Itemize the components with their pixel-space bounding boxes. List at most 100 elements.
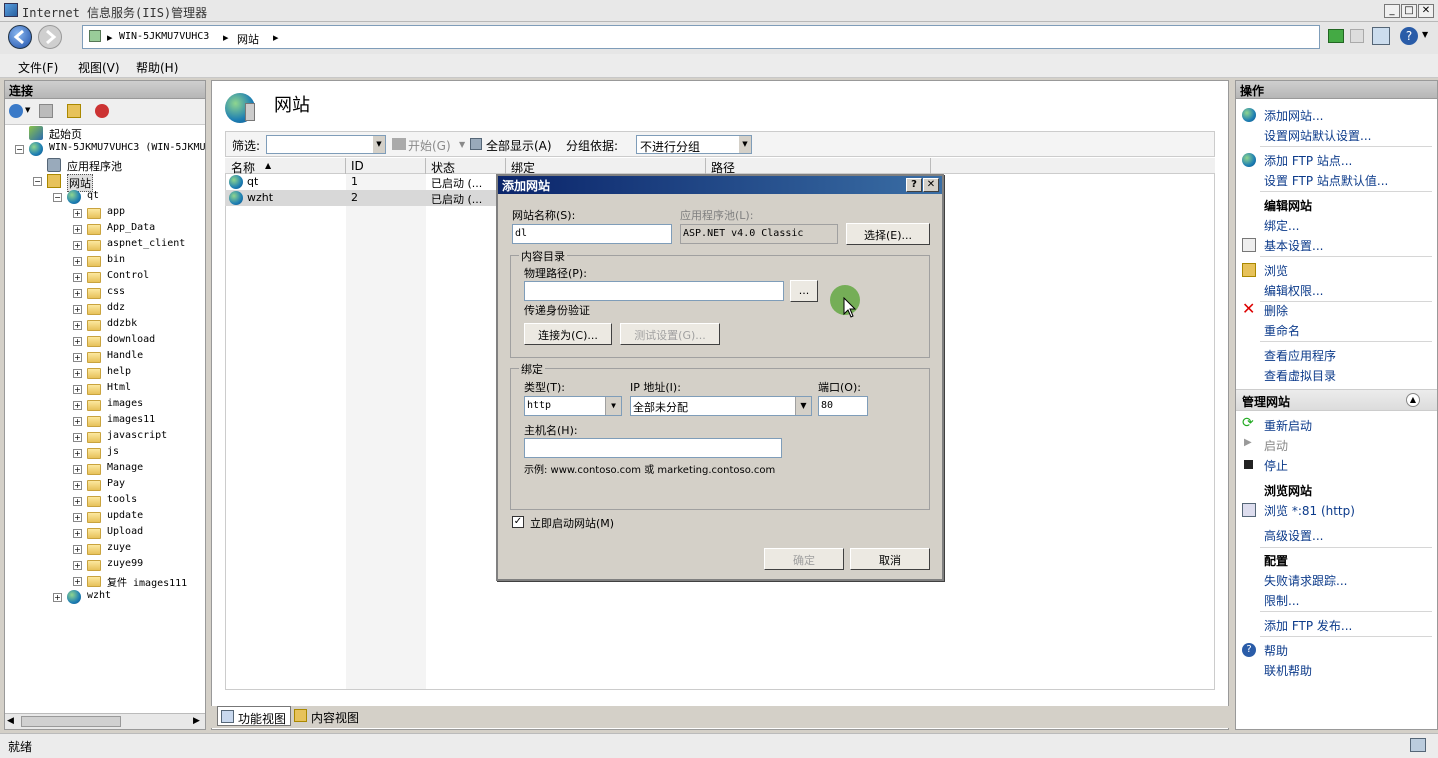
- expand-icon[interactable]: +: [53, 593, 62, 602]
- tree-folder[interactable]: + ddz: [5, 301, 205, 317]
- test-settings-button[interactable]: 测试设置(G)...: [620, 323, 720, 345]
- type-dropdown-icon[interactable]: ▼: [605, 397, 621, 415]
- expand-icon[interactable]: +: [73, 289, 82, 298]
- scroll-right-icon[interactable]: ▶: [193, 716, 200, 726]
- tree-sites[interactable]: − 网站: [5, 173, 205, 192]
- tree-folder[interactable]: + Pay: [5, 477, 205, 493]
- view-virtual-dirs-link[interactable]: 查看虚拟目录: [1264, 367, 1336, 384]
- save-icon[interactable]: [39, 104, 53, 118]
- expand-icon[interactable]: +: [73, 513, 82, 522]
- tree-folder[interactable]: + zuye: [5, 541, 205, 557]
- tree-site-qt[interactable]: − qt: [5, 189, 205, 205]
- dialog-close-button[interactable]: ✕: [923, 178, 939, 192]
- expand-icon[interactable]: +: [73, 545, 82, 554]
- tree-folder[interactable]: + js: [5, 445, 205, 461]
- add-ftp-link[interactable]: 添加 FTP 站点...: [1264, 152, 1352, 169]
- browse-81-link[interactable]: 浏览 *:81 (http): [1264, 502, 1355, 519]
- filter-input[interactable]: ▼: [266, 135, 386, 154]
- horizontal-scrollbar[interactable]: ◀ ▶: [5, 713, 205, 729]
- tree-start-page[interactable]: 起始页: [5, 125, 205, 141]
- ip-address-select[interactable]: 全部未分配 ▼: [630, 396, 812, 416]
- tree-folder[interactable]: + bin: [5, 253, 205, 269]
- online-help-link[interactable]: 联机帮助: [1264, 662, 1312, 679]
- collapse-icon[interactable]: −: [53, 193, 62, 202]
- host-name-input[interactable]: [524, 438, 782, 458]
- expand-icon[interactable]: +: [73, 561, 82, 570]
- limits-link[interactable]: 限制...: [1264, 592, 1299, 609]
- minimize-button[interactable]: _: [1384, 4, 1400, 18]
- edit-permissions-link[interactable]: 编辑权限...: [1264, 282, 1323, 299]
- tree-folder[interactable]: + tools: [5, 493, 205, 509]
- breadcrumb-sites[interactable]: 网站: [237, 31, 259, 47]
- tree-folder[interactable]: + download: [5, 333, 205, 349]
- expand-icon[interactable]: +: [73, 273, 82, 282]
- close-button[interactable]: ✕: [1418, 4, 1434, 18]
- scroll-thumb[interactable]: [21, 716, 121, 727]
- tree-folder[interactable]: + ddzbk: [5, 317, 205, 333]
- ip-dropdown-icon[interactable]: ▼: [795, 397, 811, 415]
- expand-icon[interactable]: +: [73, 577, 82, 586]
- tree-folder[interactable]: + Handle: [5, 349, 205, 365]
- show-all-button[interactable]: 全部显示(A): [486, 137, 552, 154]
- disconnect-icon[interactable]: [95, 104, 109, 118]
- expand-icon[interactable]: +: [73, 481, 82, 490]
- filter-dropdown-icon[interactable]: ▼: [373, 136, 385, 153]
- expand-icon[interactable]: +: [73, 225, 82, 234]
- restart-link[interactable]: 重新启动: [1264, 417, 1312, 434]
- expand-icon[interactable]: +: [73, 385, 82, 394]
- expand-icon[interactable]: +: [73, 529, 82, 538]
- back-button[interactable]: [8, 25, 32, 49]
- tree-folder[interactable]: + aspnet_client: [5, 237, 205, 253]
- group-by-dropdown-icon[interactable]: ▼: [739, 136, 751, 153]
- tree-folder[interactable]: + zuye99: [5, 557, 205, 573]
- menu-file[interactable]: 文件(F): [18, 59, 58, 76]
- help-dropdown-icon[interactable]: ▼: [1422, 30, 1428, 39]
- tree-folder[interactable]: + images: [5, 397, 205, 413]
- tree-folder[interactable]: + css: [5, 285, 205, 301]
- expand-icon[interactable]: +: [73, 209, 82, 218]
- cancel-button[interactable]: 取消: [850, 548, 930, 570]
- site-defaults-link[interactable]: 设置网站默认设置...: [1264, 127, 1371, 144]
- tree-site-wzht[interactable]: + wzht: [5, 589, 205, 605]
- type-select[interactable]: http ▼: [524, 396, 622, 416]
- expand-icon[interactable]: +: [73, 433, 82, 442]
- stop-icon[interactable]: [1350, 29, 1364, 43]
- expand-icon[interactable]: +: [73, 401, 82, 410]
- ftp-defaults-link[interactable]: 设置 FTP 站点默认值...: [1264, 172, 1388, 189]
- collapse-icon[interactable]: ▲: [1406, 393, 1420, 407]
- expand-icon[interactable]: +: [73, 449, 82, 458]
- maximize-button[interactable]: □: [1401, 4, 1417, 18]
- select-app-pool-button[interactable]: 选择(E)...: [846, 223, 930, 245]
- expand-icon[interactable]: +: [73, 417, 82, 426]
- table-row[interactable]: wzht 2 已启动 (...: [225, 190, 515, 206]
- group-by-select[interactable]: 不进行分组 ▼: [636, 135, 752, 154]
- stop-link[interactable]: 停止: [1264, 457, 1288, 474]
- connect-as-button[interactable]: 连接为(C)...: [524, 323, 612, 345]
- expand-icon[interactable]: +: [73, 369, 82, 378]
- tree-folder[interactable]: + javascript: [5, 429, 205, 445]
- scroll-left-icon[interactable]: ◀: [7, 716, 14, 726]
- physical-path-input[interactable]: [524, 281, 784, 301]
- tab-content-view[interactable]: 内容视图: [291, 706, 363, 726]
- expand-icon[interactable]: +: [73, 321, 82, 330]
- table-row[interactable]: qt 1 已启动 (...: [225, 174, 515, 190]
- add-site-link[interactable]: 添加网站...: [1264, 107, 1323, 124]
- basic-settings-link[interactable]: 基本设置...: [1264, 237, 1323, 254]
- connect-dropdown-icon[interactable]: ▼: [25, 106, 30, 114]
- bindings-link[interactable]: 绑定...: [1264, 217, 1299, 234]
- autostart-checkbox[interactable]: ✓: [512, 516, 524, 528]
- start-filter-button[interactable]: 开始(G): [408, 137, 451, 154]
- column-id[interactable]: ID: [351, 159, 364, 173]
- expand-icon[interactable]: +: [73, 257, 82, 266]
- tree-folder[interactable]: + 复件 images111: [5, 573, 205, 589]
- help-link[interactable]: 帮助: [1264, 642, 1288, 659]
- tree-server[interactable]: − WIN-5JKMU7VUHC3 (WIN-5JKMU: [5, 141, 206, 157]
- forward-button[interactable]: [38, 25, 62, 49]
- tree-folder[interactable]: + App_Data: [5, 221, 205, 237]
- expand-icon[interactable]: +: [73, 241, 82, 250]
- collapse-icon[interactable]: −: [33, 177, 42, 186]
- tree-folder[interactable]: + Manage: [5, 461, 205, 477]
- address-bar[interactable]: ▸ WIN-5JKMU7VUHC3 ▸ 网站 ▸: [82, 25, 1320, 49]
- breadcrumb-server[interactable]: WIN-5JKMU7VUHC3: [119, 31, 209, 42]
- menu-help[interactable]: 帮助(H): [136, 59, 178, 76]
